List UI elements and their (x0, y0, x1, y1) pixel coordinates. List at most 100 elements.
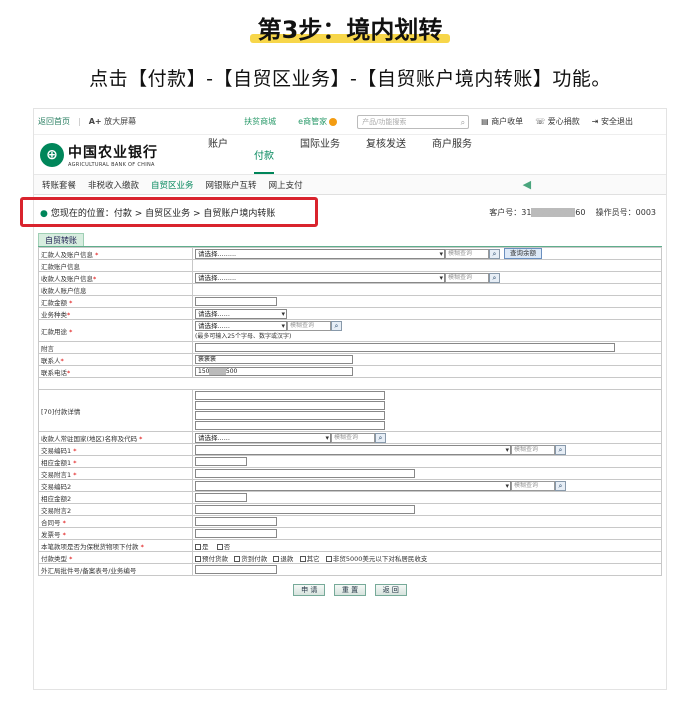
nav-review-send[interactable]: 复核发送 (366, 135, 406, 174)
subnav-ftz[interactable]: 自贸区业务 (151, 179, 194, 191)
tx-code1-select[interactable] (195, 444, 511, 455)
bank-logo[interactable]: ⊕ 中国农业银行 AGRICULTURAL BANK OF CHINA (40, 142, 208, 168)
paytype-prepay-label: 预付货款 (202, 554, 228, 563)
phone-masked: XXXX (209, 368, 226, 375)
collapse-arrow-icon[interactable]: ◀ (523, 178, 531, 191)
paytype-other-label: 其它 (306, 554, 320, 563)
invoice-input[interactable] (195, 529, 277, 538)
operator-id: 操作员号：0003 (595, 207, 656, 217)
table-row: 收款人常驻国家(地区)名称及代码 * 请选择......模糊查询⌕ (38, 431, 662, 444)
bonded-no-checkbox[interactable] (216, 543, 223, 550)
search-icon[interactable]: ⌕ (375, 432, 386, 443)
amount-input[interactable] (195, 297, 277, 306)
subnav-online-payment[interactable]: 网上支付 (269, 179, 303, 191)
table-row: 汇款用途 * 请选择......模糊查询⌕ (最多可输入25个字母、数字或汉字) (38, 319, 662, 342)
step-description: 点击【付款】-【自贸区业务】-【自贸账户境内转账】功能。 (89, 68, 611, 90)
purpose-fuzzy-input[interactable]: 模糊查询 (287, 321, 331, 331)
forex-no-input[interactable] (195, 565, 277, 574)
back-button[interactable]: 返 回 (374, 584, 407, 596)
payment-detail-line3[interactable] (195, 411, 385, 420)
e-manager-link[interactable]: e商管家 (298, 116, 338, 127)
field-cell (192, 503, 662, 516)
search-placeholder: 产品/功能搜索 (362, 117, 407, 126)
donate-link[interactable]: ☏ 爱心捐款 (535, 116, 580, 127)
contact-input[interactable]: 褒褒褒 (195, 355, 353, 364)
amount2-input[interactable] (195, 493, 247, 502)
payee-account-select[interactable]: 请选择......... (195, 272, 445, 283)
search-icon[interactable]: ⌕ (461, 117, 465, 129)
table-row: 发票号 * (38, 527, 662, 540)
tx-code2-select[interactable] (195, 480, 511, 491)
nav-payment[interactable]: 付款 (254, 147, 274, 174)
subnav-transfer-package[interactable]: 转账套餐 (42, 179, 76, 191)
tx-remark2-input[interactable] (195, 505, 415, 514)
apply-button[interactable]: 申 请 (293, 584, 326, 596)
field-label: 合同号 * (38, 515, 193, 528)
table-row: [70]付款详情 (38, 389, 662, 432)
tab-ftz-transfer[interactable]: 自贸转账 (38, 233, 84, 246)
field-cell: 150XXXX500 (192, 365, 662, 378)
contract-input[interactable] (195, 517, 277, 526)
bank-screenshot: 返回首页 | A+ 放大屏幕 扶贫商城 e商管家 产品/功能搜索 ⌕ ▤ 商户收单… (20, 108, 667, 690)
table-row: 交易附言1 * (38, 467, 662, 480)
field-cell: 请选择.........模糊查询⌕ (192, 271, 662, 284)
purpose-select[interactable]: 请选择...... (195, 321, 287, 331)
tx-remark1-input[interactable] (195, 469, 415, 478)
nav-merchant-service[interactable]: 商户服务 (432, 135, 472, 174)
payer-account-select[interactable]: 请选择......... (195, 248, 445, 259)
search-icon[interactable]: ⌕ (489, 248, 500, 259)
search-icon[interactable]: ⌕ (555, 444, 566, 455)
paytype-cod-checkbox[interactable] (234, 555, 241, 562)
nav-account[interactable]: 账户 (208, 135, 228, 174)
logout-link[interactable]: ⇥ 安全退出 (592, 116, 633, 127)
zoom-link[interactable]: 放大屏幕 (104, 116, 136, 127)
payment-detail-line2[interactable] (195, 401, 385, 410)
tx-code1-fuzzy-input[interactable]: 模糊查询 (511, 444, 555, 455)
biz-type-select[interactable]: 请选择...... (195, 308, 287, 319)
query-balance-button[interactable]: 查询余额 (504, 248, 542, 259)
bank-name-cn: 中国农业银行 (68, 144, 158, 161)
amount1-input[interactable] (195, 457, 247, 466)
field-cell (192, 491, 662, 504)
main-nav: 账户 付款 国际业务 复核发送 商户服务 (208, 135, 498, 174)
table-row: 收款人账户信息 (38, 283, 662, 296)
paytype-nontrade-checkbox[interactable] (325, 555, 332, 562)
bonded-yes-checkbox[interactable] (195, 543, 201, 550)
field-cell: 模糊查询⌕ (192, 443, 662, 456)
table-row: 交易编码2 模糊查询⌕ (38, 479, 662, 492)
field-label: 业务种类* (38, 307, 193, 320)
phone-input[interactable]: 150XXXX500 (195, 367, 353, 376)
divider: | (78, 117, 81, 126)
remark-input[interactable] (195, 343, 615, 352)
paytype-other-checkbox[interactable] (299, 555, 306, 562)
country-fuzzy-input[interactable]: 模糊查询 (331, 432, 375, 443)
tx-code2-fuzzy-input[interactable]: 模糊查询 (511, 480, 555, 491)
search-icon[interactable]: ⌕ (555, 480, 566, 491)
field-label: 交易附言1 * (38, 467, 193, 480)
payee-fuzzy-input[interactable]: 模糊查询 (445, 272, 489, 283)
field-cell (192, 563, 662, 576)
reset-button[interactable]: 重 置 (333, 584, 367, 596)
field-label: 联系人* (38, 353, 193, 366)
zoom-plus-icon[interactable]: A+ (89, 117, 102, 126)
home-link[interactable]: 返回首页 (38, 116, 70, 127)
mall-link[interactable]: 扶贫商城 (244, 116, 276, 127)
search-icon[interactable]: ⌕ (331, 321, 342, 331)
payment-detail-line1[interactable] (195, 391, 385, 400)
search-input[interactable]: 产品/功能搜索 ⌕ (357, 114, 470, 129)
merchant-link[interactable]: ▤ 商户收单 (481, 116, 523, 127)
sub-nav: 转账套餐 非税收入缴款 自贸区业务 网银账户互转 网上支付 ◀ (34, 175, 666, 195)
paytype-prepay-checkbox[interactable] (195, 555, 201, 562)
nav-international[interactable]: 国际业务 (300, 135, 340, 174)
payer-fuzzy-input[interactable]: 模糊查询 (445, 248, 489, 259)
country-select[interactable]: 请选择...... (195, 432, 331, 443)
customer-label: 客户号：31 (489, 207, 532, 217)
subnav-ebank-transfer[interactable]: 网银账户互转 (206, 179, 257, 191)
search-icon[interactable]: ⌕ (489, 272, 500, 283)
field-cell (192, 295, 662, 308)
logout-icon: ⇥ (591, 117, 599, 126)
payment-detail-line4[interactable] (195, 421, 385, 430)
paytype-refund-checkbox[interactable] (273, 555, 280, 562)
subnav-nontax[interactable]: 非税收入缴款 (88, 179, 139, 191)
header: ⊕ 中国农业银行 AGRICULTURAL BANK OF CHINA 账户 付… (34, 135, 666, 175)
